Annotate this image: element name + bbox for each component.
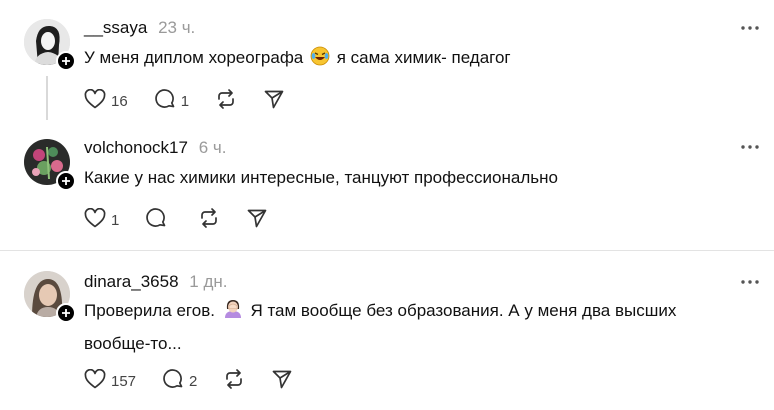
action-bar: 157 2 bbox=[84, 368, 319, 395]
comment-icon bbox=[162, 368, 184, 395]
repost-icon bbox=[215, 88, 237, 115]
timestamp[interactable]: 1 дн. bbox=[189, 272, 227, 291]
reply-button[interactable]: 2 bbox=[162, 368, 197, 395]
avatar-container[interactable] bbox=[24, 139, 76, 191]
send-icon bbox=[263, 88, 285, 115]
reply-button[interactable] bbox=[145, 207, 172, 234]
share-button[interactable] bbox=[246, 207, 268, 234]
timestamp[interactable]: 23 ч. bbox=[158, 18, 195, 37]
like-button[interactable]: 157 bbox=[84, 368, 137, 394]
comment-header: dinara_3658 1 дн. bbox=[84, 272, 227, 292]
follow-plus-icon[interactable] bbox=[56, 303, 76, 323]
follow-plus-icon[interactable] bbox=[56, 171, 76, 191]
send-icon bbox=[271, 368, 293, 395]
like-button[interactable]: 1 bbox=[84, 207, 120, 233]
reply-count: 1 bbox=[180, 92, 190, 110]
like-count: 157 bbox=[111, 372, 137, 390]
follow-plus-icon[interactable] bbox=[56, 51, 76, 71]
send-icon bbox=[246, 207, 268, 234]
avatar-container[interactable] bbox=[24, 271, 76, 323]
repost-icon bbox=[223, 368, 245, 395]
repost-button[interactable] bbox=[223, 368, 245, 395]
facepalm-emoji-icon bbox=[222, 297, 244, 329]
like-button[interactable]: 16 bbox=[84, 88, 128, 114]
share-button[interactable] bbox=[263, 88, 285, 115]
heart-icon bbox=[84, 88, 106, 114]
comment-text: Какие у нас химики интересные, танцуют п… bbox=[84, 168, 558, 187]
comment-icon bbox=[145, 207, 167, 234]
timestamp[interactable]: 6 ч. bbox=[199, 138, 227, 157]
share-button[interactable] bbox=[271, 368, 293, 395]
like-count: 1 bbox=[111, 211, 120, 229]
username[interactable]: dinara_3658 bbox=[84, 272, 179, 291]
comment-text: Проверила егов. Я там вообще без образов… bbox=[84, 296, 744, 359]
action-bar: 1 bbox=[84, 207, 294, 234]
more-dots-icon[interactable] bbox=[740, 137, 760, 157]
repost-button[interactable] bbox=[215, 88, 237, 115]
reply-count: 2 bbox=[189, 372, 198, 390]
comment-text-part: я сама химик- педагог bbox=[336, 48, 511, 67]
more-dots-icon[interactable] bbox=[740, 18, 760, 38]
avatar-container[interactable] bbox=[24, 19, 76, 71]
comment-header: __ssaya 23 ч. bbox=[84, 18, 195, 38]
heart-icon bbox=[84, 207, 106, 233]
thread-divider bbox=[0, 250, 774, 251]
action-bar: 16 1 bbox=[84, 88, 311, 115]
reply-button[interactable]: 1 bbox=[154, 88, 189, 115]
heart-icon bbox=[84, 368, 106, 394]
comment-icon bbox=[154, 88, 176, 115]
like-count: 16 bbox=[111, 92, 128, 110]
comment-text-part: У меня диплом хореографа bbox=[84, 48, 304, 67]
laughing-emoji-icon bbox=[310, 46, 330, 76]
username[interactable]: __ssaya bbox=[84, 18, 147, 37]
comment-header: volchonock17 6 ч. bbox=[84, 138, 226, 158]
comment-text-part: Проверила егов. bbox=[84, 301, 215, 320]
repost-icon bbox=[198, 207, 220, 234]
username[interactable]: volchonock17 bbox=[84, 138, 188, 157]
repost-button[interactable] bbox=[198, 207, 220, 234]
thread-connector bbox=[46, 76, 48, 120]
more-dots-icon[interactable] bbox=[740, 272, 760, 292]
comment-text: У меня диплом хореографа я сама химик- п… bbox=[84, 43, 744, 76]
